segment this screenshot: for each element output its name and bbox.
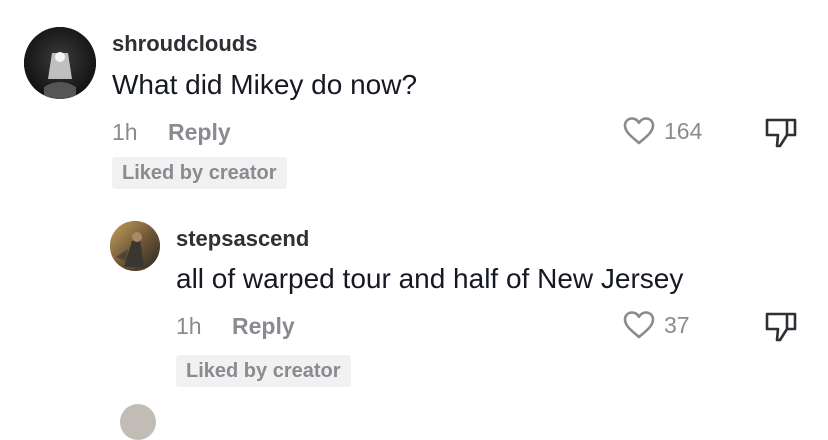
- dislike-button[interactable]: [764, 116, 798, 155]
- reply-button[interactable]: Reply: [168, 119, 231, 146]
- comment-text: What did Mikey do now?: [112, 69, 418, 100]
- avatar[interactable]: [24, 27, 96, 99]
- like-button[interactable]: 164: [622, 116, 702, 146]
- like-count: 164: [664, 117, 703, 144]
- comment-timestamp: 1h: [176, 313, 202, 339]
- like-count: 37: [664, 311, 690, 338]
- heart-outline-icon: [623, 117, 655, 145]
- liked-by-creator-badge: Liked by creator: [176, 355, 351, 387]
- liked-by-creator-badge: Liked by creator: [112, 157, 287, 189]
- avatar[interactable]: [110, 221, 160, 271]
- avatar-image: [110, 221, 160, 271]
- thumbs-down-outline-icon: [765, 118, 797, 148]
- heart-outline-icon: [623, 311, 655, 339]
- dislike-button[interactable]: [764, 310, 798, 349]
- reply-button[interactable]: Reply: [232, 313, 295, 340]
- comment-timestamp: 1h: [112, 119, 138, 145]
- like-button[interactable]: 37: [622, 310, 690, 340]
- comment-username[interactable]: stepsascend: [176, 226, 309, 252]
- comment-username[interactable]: shroudclouds: [112, 31, 257, 57]
- thumbs-down-outline-icon: [765, 312, 797, 342]
- comment-text: all of warped tour and half of New Jerse…: [176, 263, 684, 294]
- avatar[interactable]: [120, 404, 156, 440]
- avatar-image: [24, 27, 96, 99]
